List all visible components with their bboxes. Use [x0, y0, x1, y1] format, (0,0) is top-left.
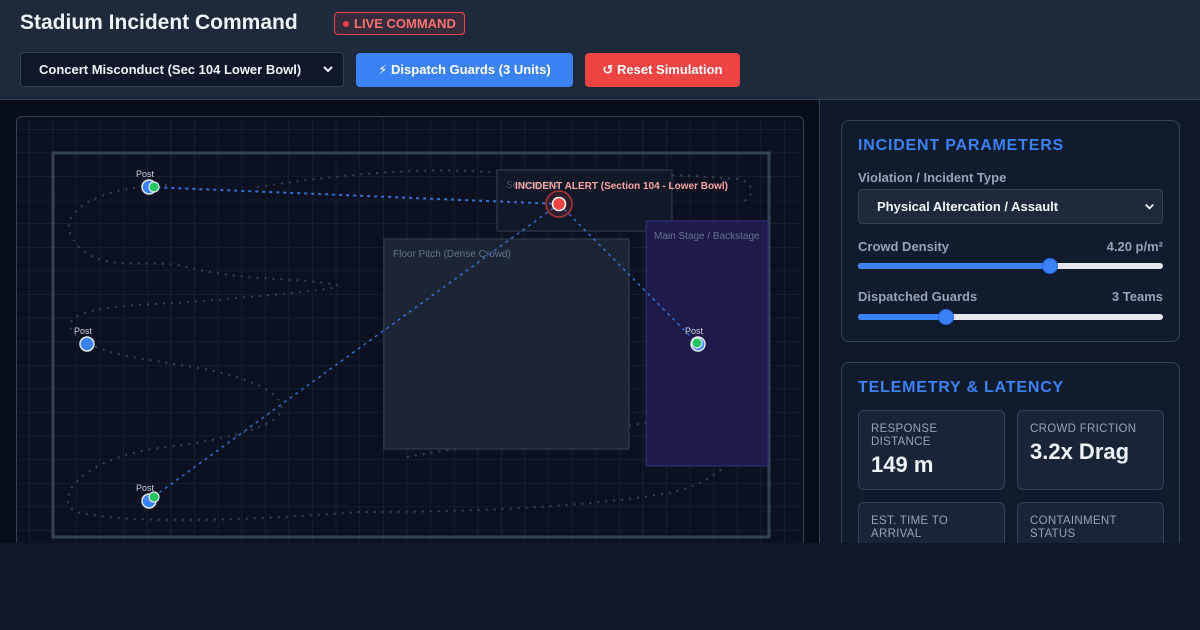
live-status-badge: LIVE COMMAND — [334, 12, 465, 35]
response-distance-card: RESPONSE DISTANCE 149 m — [858, 410, 1005, 490]
incident-parameters-title: INCIDENT PARAMETERS — [858, 137, 1065, 154]
guard-unit-dot — [691, 337, 703, 349]
incident-alert-label: INCIDENT ALERT (Section 104 - Lower Bowl… — [515, 181, 728, 192]
header-bar: Stadium Incident Command LIVE COMMAND Co… — [0, 0, 1200, 100]
slider-fill — [858, 263, 1051, 269]
response-distance-label: RESPONSE DISTANCE — [871, 423, 938, 448]
control-sidebar: INCIDENT PARAMETERS Violation / Incident… — [821, 100, 1200, 543]
containment-label: CONTAINMENT STATUS — [1030, 515, 1117, 540]
chevron-down-icon — [323, 66, 333, 73]
chevron-down-icon — [1145, 203, 1154, 210]
guard-post-label: Post — [136, 169, 155, 179]
incident-type-label: Violation / Incident Type — [858, 170, 1007, 185]
live-dot-icon — [343, 20, 349, 27]
guard-post-dot — [79, 336, 95, 352]
incident-type-select[interactable]: Physical Altercation / Assault — [858, 189, 1163, 224]
slider-thumb[interactable] — [1042, 258, 1059, 274]
scenario-select[interactable]: Concert Misconduct (Sec 104 Lower Bowl) — [20, 52, 344, 87]
map-pane: Section 104 Floor Pitch (Dense Crowd) Ma… — [0, 100, 820, 543]
stadium-map[interactable]: Section 104 Floor Pitch (Dense Crowd) Ma… — [16, 116, 804, 543]
incident-alert-dot — [551, 196, 567, 212]
dispatched-guards-slider[interactable] — [858, 309, 1163, 325]
crowd-friction-value: 3.2x Drag — [1030, 439, 1130, 464]
incident-parameters-panel: INCIDENT PARAMETERS Violation / Incident… — [841, 120, 1180, 342]
slider-thumb[interactable] — [938, 309, 955, 325]
containment-card: CONTAINMENT STATUS — [1017, 502, 1164, 543]
guard-post-label: Post — [685, 326, 704, 336]
telemetry-title: TELEMETRY & LATENCY — [858, 379, 1065, 396]
incident-type-value: Physical Altercation / Assault — [877, 199, 1059, 214]
floor-pitch-label: Floor Pitch (Dense Crowd) — [393, 249, 511, 260]
guard-unit-dot — [148, 491, 160, 503]
dispatch-guards-button[interactable]: ⚡ Dispatch Guards (3 Units) — [356, 53, 573, 87]
eta-label: EST. TIME TO ARRIVAL — [871, 515, 949, 540]
dispatched-guards-label: Dispatched Guards — [858, 289, 978, 304]
eta-card: EST. TIME TO ARRIVAL — [858, 502, 1005, 543]
response-distance-value: 149 m — [871, 452, 934, 477]
reset-simulation-button[interactable]: ↺ Reset Simulation — [585, 53, 740, 87]
crowd-density-slider[interactable] — [858, 258, 1163, 274]
slider-fill — [858, 314, 947, 320]
crowd-density-value: 4.20 p/m² — [1106, 239, 1163, 254]
app: Stadium Incident Command LIVE COMMAND Co… — [0, 0, 1200, 543]
guard-post-label: Post — [136, 483, 155, 493]
floor-pitch-zone[interactable] — [383, 238, 630, 450]
main-stage-label: Main Stage / Backstage — [654, 231, 760, 242]
main-stage-zone[interactable] — [645, 220, 769, 467]
crowd-friction-card: CROWD FRICTION 3.2x Drag — [1017, 410, 1164, 490]
dispatched-guards-value: 3 Teams — [1111, 289, 1163, 304]
stadium-map-canvas: Section 104 Floor Pitch (Dense Crowd) Ma… — [17, 117, 803, 543]
crowd-density-label: Crowd Density — [858, 239, 950, 254]
live-badge-label: LIVE COMMAND — [354, 16, 456, 31]
guard-post-label: Post — [74, 326, 93, 336]
crowd-friction-label: CROWD FRICTION — [1030, 423, 1137, 435]
page-title: Stadium Incident Command — [20, 11, 298, 34]
scenario-select-value: Concert Misconduct (Sec 104 Lower Bowl) — [39, 62, 302, 77]
guard-unit-dot — [148, 181, 160, 193]
telemetry-panel: TELEMETRY & LATENCY RESPONSE DISTANCE 14… — [841, 362, 1180, 543]
